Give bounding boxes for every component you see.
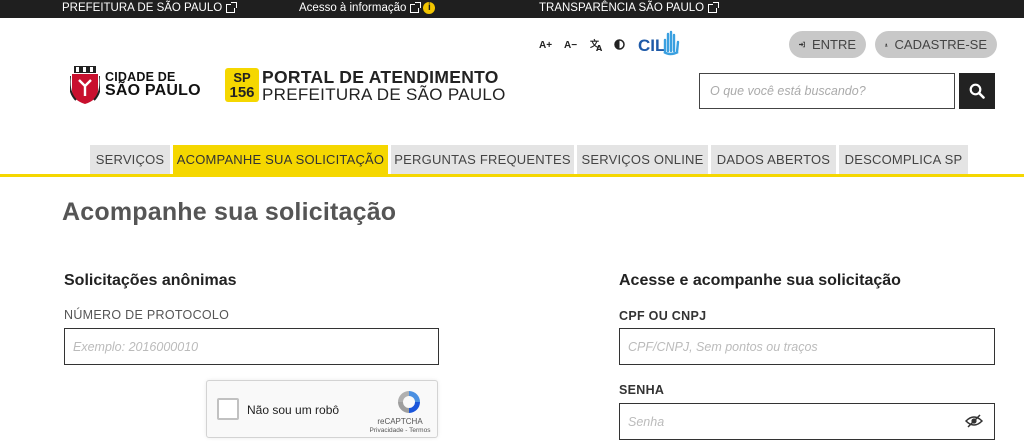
prefeitura-link-label: PREFEITURA DE SÃO PAULO [62, 2, 223, 14]
svg-text:A: A [596, 44, 603, 52]
font-decrease-button[interactable]: A− [564, 40, 577, 51]
transparencia-link[interactable]: TRANSPARÊNCIA SÃO PAULO [539, 1, 720, 14]
nav-label: ACOMPANHE SUA SOLICITAÇÃO [176, 152, 385, 167]
login-label: ENTRE [811, 37, 856, 52]
nav-item-perguntas[interactable]: PERGUNTAS FREQUENTES [391, 145, 574, 174]
password-label: SENHA [619, 383, 665, 397]
recaptcha-brand: reCAPTCHA [377, 417, 423, 426]
login-icon [799, 41, 805, 48]
translate-icon[interactable]: 文A [589, 38, 604, 55]
protocol-input[interactable] [64, 328, 439, 365]
portal-title[interactable]: PORTAL DE ATENDIMENTO PREFEITURA DE SÃO … [262, 68, 506, 104]
external-link-icon [226, 1, 238, 13]
user-icon [885, 43, 888, 46]
recaptcha-links[interactable]: Privacidade - Termos [365, 427, 435, 434]
recaptcha-checkbox[interactable] [217, 398, 239, 420]
nav-item-acompanhe[interactable]: ACOMPANHE SUA SOLICITAÇÃO [173, 145, 388, 174]
anonymous-section-title: Solicitações anônimas [64, 272, 237, 289]
show-password-icon[interactable] [965, 414, 983, 428]
nav-underline [0, 174, 1024, 177]
signup-button[interactable]: CADASTRE-SE [875, 31, 997, 58]
sp156-badge[interactable]: SP 156 [225, 68, 259, 102]
cil-label: CIL [638, 36, 665, 55]
nav-item-descomplica[interactable]: DESCOMPLICA SP [839, 145, 968, 174]
nav-label: DESCOMPLICA SP [844, 152, 963, 167]
password-input[interactable] [619, 403, 995, 440]
nav-label: PERGUNTAS FREQUENTES [394, 152, 571, 167]
badge-line1: SP [233, 70, 251, 85]
signup-label: CADASTRE-SE [894, 37, 987, 52]
nav-item-servicos[interactable]: SERVIÇOS [90, 145, 170, 174]
search-button[interactable] [959, 73, 995, 109]
external-link-icon [410, 1, 422, 13]
search-input[interactable] [699, 73, 955, 109]
city-line2: SÃO PAULO [105, 82, 201, 99]
page-title: Acompanhe sua solicitação [62, 198, 397, 226]
protocol-label: NÚMERO DE PROTOCOLO [64, 308, 230, 322]
login-section-title: Acesse e acompanhe sua solicitação [619, 272, 901, 289]
transparencia-link-label: TRANSPARÊNCIA SÃO PAULO [539, 2, 705, 14]
recaptcha-widget: Não sou um robô reCAPTCHA Privacidade - … [206, 380, 438, 438]
top-bar: PREFEITURA DE SÃO PAULO Acesso à informa… [0, 0, 1024, 18]
search-icon [969, 83, 985, 99]
recaptcha-logo-icon [398, 391, 420, 413]
prefeitura-link[interactable]: PREFEITURA DE SÃO PAULO [62, 1, 238, 14]
acesso-informacao-link[interactable]: Acesso à informação i [299, 1, 436, 14]
font-increase-button[interactable]: A+ [539, 40, 552, 51]
city-logo-text: CIDADE DE SÃO PAULO [105, 70, 201, 99]
sao-paulo-coat-of-arms-logo[interactable] [68, 66, 102, 104]
external-link-icon [708, 1, 720, 13]
nav-label: SERVIÇOS [95, 152, 165, 167]
nav-item-dados-abertos[interactable]: DADOS ABERTOS [711, 145, 836, 174]
cpf-input[interactable] [619, 328, 995, 365]
nav-item-servicos-online[interactable]: SERVIÇOS ONLINE [577, 145, 708, 174]
login-button[interactable]: ENTRE [789, 31, 866, 58]
nav-label: SERVIÇOS ONLINE [581, 152, 704, 167]
acesso-informacao-label: Acesso à informação [299, 2, 407, 14]
cpf-label: CPF OU CNPJ [619, 309, 707, 323]
cil-libras-icon[interactable]: CIL [637, 28, 681, 56]
portal-line1: PORTAL DE ATENDIMENTO [262, 67, 499, 87]
portal-line2: PREFEITURA DE SÃO PAULO [262, 85, 506, 104]
recaptcha-label: Não sou um robô [247, 403, 340, 417]
contrast-icon[interactable] [614, 39, 625, 53]
badge-line2: 156 [229, 84, 255, 101]
nav-label: DADOS ABERTOS [716, 152, 831, 167]
info-icon: i [423, 2, 436, 14]
